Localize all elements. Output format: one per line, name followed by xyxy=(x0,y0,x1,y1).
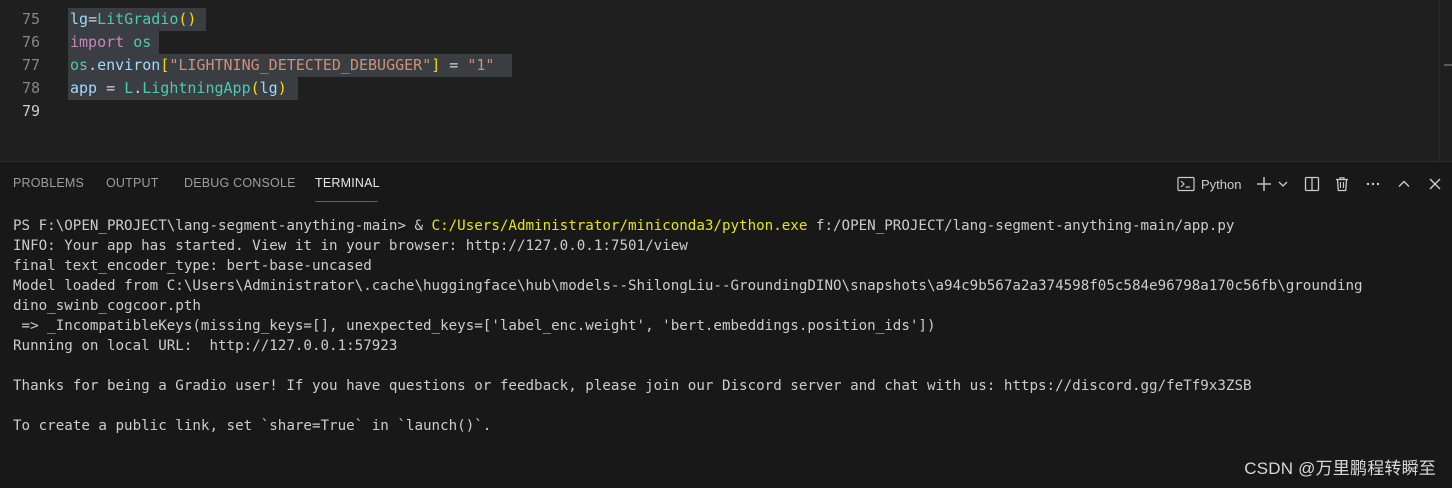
chevron-up-icon xyxy=(1396,176,1412,192)
code-token: lg xyxy=(70,10,89,28)
line-number: 77 xyxy=(21,56,40,74)
code-token: . xyxy=(133,79,143,97)
editor-line[interactable]: 75 lg=LitGradio() xyxy=(0,8,1440,31)
tab-terminal[interactable]: TERMINAL xyxy=(315,176,380,190)
code-token: L xyxy=(124,79,134,97)
terminal-profile-button[interactable]: Python xyxy=(1177,172,1241,196)
maximize-panel-button[interactable] xyxy=(1395,172,1413,196)
code-token: () xyxy=(178,10,197,28)
line-code: app = L.LightningApp(lg) xyxy=(70,77,287,100)
line-number: 79 xyxy=(21,102,40,120)
terminal-command-line: PS F:\OPEN_PROJECT\lang-segment-anything… xyxy=(13,216,1443,236)
editor-line[interactable]: 78 app = L.LightningApp(lg) xyxy=(0,77,1440,100)
panel-tab-bar: PROBLEMS OUTPUT DEBUG CONSOLE TERMINAL P… xyxy=(0,162,1452,206)
terminal-output-line: To create a public link, set `share=True… xyxy=(13,418,492,434)
more-actions-button[interactable] xyxy=(1364,172,1382,196)
terminal-output-line: INFO: Your app has started. View it in y… xyxy=(13,238,688,254)
editor-scrollbar[interactable] xyxy=(1439,0,1452,161)
line-number-partial: 74 xyxy=(22,0,40,2)
code-token: = xyxy=(88,10,98,28)
split-terminal-icon xyxy=(1304,176,1320,192)
bottom-panel: PROBLEMS OUTPUT DEBUG CONSOLE TERMINAL P… xyxy=(0,161,1452,488)
line-code: os.environ["LIGHTNING_DETECTED_DEBUGGER"… xyxy=(70,54,494,77)
terminal-command-args: f:/OPEN_PROJECT/lang-segment-anything-ma… xyxy=(807,218,1235,234)
line-number: 76 xyxy=(21,33,40,51)
line-number: 78 xyxy=(21,79,40,97)
editor-line[interactable]: 77 os.environ["LIGHTNING_DETECTED_DEBUGGE… xyxy=(0,54,1440,77)
terminal-output-line: => _IncompatibleKeys(missing_keys=[], un… xyxy=(13,318,936,334)
code-editor[interactable]: 74 75lg=LitGradio()76import os77os.envir… xyxy=(0,0,1452,161)
terminal-output-line: Model loaded from C:\Users\Administrator… xyxy=(13,278,1363,294)
code-token: [ xyxy=(160,56,170,74)
close-icon xyxy=(1427,176,1443,192)
kill-terminal-button[interactable] xyxy=(1333,172,1351,196)
code-token: LightningApp xyxy=(142,79,251,97)
terminal-output-line: dino_swinb_cogcoor.pth xyxy=(13,298,201,314)
code-token: . xyxy=(88,56,98,74)
terminal-output[interactable]: PS F:\OPEN_PROJECT\lang-segment-anything… xyxy=(13,216,1443,436)
plus-icon xyxy=(1256,176,1272,192)
code-token: "1" xyxy=(467,56,495,74)
chevron-down-icon xyxy=(1277,179,1289,189)
code-token: import xyxy=(70,33,125,51)
watermark: CSDN @万里鹏程转瞬至 xyxy=(1244,459,1436,478)
new-terminal-button[interactable] xyxy=(1254,172,1274,196)
terminal-output-line: final text_encoder_type: bert-base-uncas… xyxy=(13,258,372,274)
terminal-command-exe: C:/Users/Administrator/miniconda3/python… xyxy=(431,218,808,234)
code-token: os xyxy=(133,33,152,51)
terminal-icon xyxy=(1177,176,1195,192)
terminal-dropdown-button[interactable] xyxy=(1276,172,1290,196)
code-token: ( xyxy=(250,79,260,97)
terminal-output-line: Running on local URL: http://127.0.0.1:5… xyxy=(13,338,398,354)
code-token: environ xyxy=(97,56,161,74)
vscode-window: 74 75lg=LitGradio()76import os77os.envir… xyxy=(0,0,1452,488)
editor-line[interactable]: 79 xyxy=(0,100,1440,123)
editor-scrollbar-thumb[interactable] xyxy=(1444,64,1452,66)
split-terminal-button[interactable] xyxy=(1303,172,1321,196)
terminal-output-line: Thanks for being a Gradio user! If you h… xyxy=(13,378,1252,394)
code-token: = xyxy=(440,56,468,74)
code-token: os xyxy=(70,56,89,74)
code-token: ] xyxy=(431,56,441,74)
terminal-profile-label: Python xyxy=(1201,176,1242,192)
code-token: LitGradio xyxy=(97,10,179,28)
code-token: ) xyxy=(277,79,287,97)
editor-line[interactable]: 76 import os xyxy=(0,31,1440,54)
close-panel-button[interactable] xyxy=(1426,172,1444,196)
code-token: lg xyxy=(259,79,278,97)
code-token: app xyxy=(70,79,98,97)
tab-problems[interactable]: PROBLEMS xyxy=(13,176,84,190)
line-code: lg=LitGradio() xyxy=(70,8,196,31)
code-token: = xyxy=(97,79,125,97)
ellipsis-icon xyxy=(1365,176,1381,192)
active-tab-indicator xyxy=(315,201,378,202)
line-code: import os xyxy=(70,31,151,54)
code-token: "LIGHTNING_DETECTED_DEBUGGER" xyxy=(169,56,432,74)
tab-output[interactable]: OUTPUT xyxy=(106,176,159,190)
trash-icon xyxy=(1334,176,1350,192)
line-number: 75 xyxy=(21,10,40,28)
terminal-prompt: PS F:\OPEN_PROJECT\lang-segment-anything… xyxy=(13,218,432,234)
tab-debug-console[interactable]: DEBUG CONSOLE xyxy=(184,176,296,190)
